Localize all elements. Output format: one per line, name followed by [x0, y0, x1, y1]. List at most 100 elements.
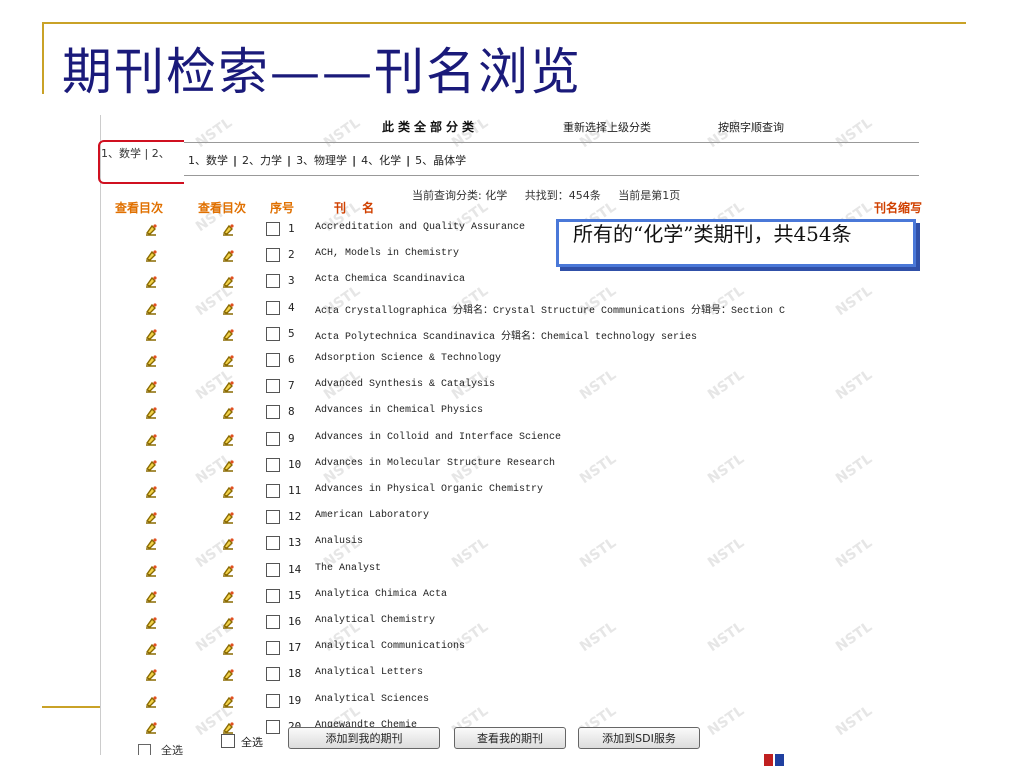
- category-tab[interactable]: 4、化学: [361, 154, 401, 167]
- journal-name-link[interactable]: Analytica Chimica Acta: [315, 589, 447, 600]
- journal-row: 5 Acta Polytechnica Scandinavica 分辑名：Chem…: [184, 326, 919, 345]
- category-tab[interactable]: 1、数学: [188, 154, 228, 167]
- journal-name-link[interactable]: Analytical Chemistry: [315, 615, 435, 626]
- journal-name-link[interactable]: Advances in Chemical Physics: [315, 405, 483, 416]
- journal-checkbox[interactable]: [266, 353, 280, 367]
- journal-checkbox[interactable]: [266, 300, 280, 315]
- divider: [184, 142, 919, 143]
- journal-checkbox[interactable]: [266, 693, 280, 708]
- journal-seq: 7: [288, 379, 295, 393]
- view-contents-icon[interactable]: [221, 563, 235, 577]
- query-info: 当前查询分类: 化学 共找到：454条 当前是第1页: [412, 187, 694, 203]
- view-contents-icon[interactable]: [221, 641, 235, 655]
- journal-row: 6 Adsorption Science & Technology: [184, 353, 919, 371]
- view-contents-icon[interactable]: [221, 432, 235, 446]
- journal-name-link[interactable]: Analusis: [315, 536, 363, 547]
- journal-checkbox[interactable]: [266, 248, 280, 263]
- journal-seq: 16: [288, 615, 302, 628]
- add-to-sdi-button[interactable]: 添加到SDI服务: [578, 727, 700, 749]
- journal-checkbox[interactable]: [266, 562, 280, 577]
- category-tab[interactable]: 2、力学: [242, 154, 282, 167]
- journal-seq: 8: [288, 405, 295, 419]
- view-contents-icon[interactable]: [221, 353, 235, 367]
- journal-name-link[interactable]: Analytical Communications: [315, 641, 465, 652]
- journal-row: 18 Analytical Letters: [184, 667, 919, 685]
- journal-checkbox[interactable]: [266, 641, 280, 656]
- view-contents-icon[interactable]: [221, 458, 235, 472]
- current-category-text: 当前查询分类: 化学: [412, 189, 508, 202]
- back-view-contents-icon: [144, 694, 158, 708]
- journal-checkbox[interactable]: [266, 274, 280, 289]
- back-view-contents-icon: [144, 327, 158, 341]
- journal-name-link[interactable]: Analytical Sciences: [315, 694, 429, 705]
- journal-name-link[interactable]: Advances in Molecular Structure Research: [315, 458, 555, 469]
- result-count-text: 共找到：454条: [524, 189, 601, 202]
- view-contents-icon[interactable]: [221, 589, 235, 603]
- journal-seq: 11: [288, 484, 302, 497]
- journal-name-link[interactable]: The Analyst: [315, 563, 381, 574]
- journal-checkbox[interactable]: [266, 719, 280, 734]
- journal-row: 15 Analytica Chimica Acta: [184, 588, 919, 607]
- back-column-header: 查看目次: [115, 201, 164, 215]
- view-contents-icon[interactable]: [221, 484, 235, 498]
- slide-title: 期刊检索——刊名浏览: [62, 43, 582, 101]
- tab-separator: |: [233, 154, 238, 167]
- view-contents-icon[interactable]: [221, 248, 235, 262]
- journal-name-link[interactable]: American Laboratory: [315, 510, 429, 521]
- view-contents-icon[interactable]: [221, 615, 235, 629]
- view-contents-icon[interactable]: [221, 327, 235, 341]
- view-contents-icon[interactable]: [221, 694, 235, 708]
- tab-separator: |: [287, 154, 292, 167]
- view-contents-icon[interactable]: [221, 510, 235, 524]
- journal-name-link[interactable]: Accreditation and Quality Assurance: [315, 222, 525, 233]
- journal-checkbox[interactable]: [266, 457, 280, 472]
- view-contents-icon[interactable]: [221, 536, 235, 551]
- journal-name-link[interactable]: Acta Crystallographica 分辑名：Crystal Struc…: [315, 301, 785, 317]
- category-tab[interactable]: 3、物理学: [296, 154, 347, 167]
- journal-checkbox[interactable]: [266, 222, 280, 236]
- journal-checkbox[interactable]: [266, 326, 280, 341]
- reselect-parent-category-link[interactable]: 重新选择上级分类: [563, 119, 651, 135]
- add-to-my-journals-button[interactable]: 添加到我的期刊: [288, 727, 440, 749]
- highlight-outline: [98, 140, 194, 184]
- journal-name-link[interactable]: Acta Chemica Scandinavica: [315, 274, 465, 285]
- journal-checkbox[interactable]: [266, 379, 280, 394]
- view-contents-icon[interactable]: [221, 405, 235, 420]
- journal-name-link[interactable]: Adsorption Science & Technology: [315, 353, 501, 364]
- journal-checkbox[interactable]: [266, 510, 280, 525]
- view-contents-icon[interactable]: [221, 274, 235, 289]
- journal-name-link[interactable]: ACH, Models in Chemistry: [315, 248, 459, 259]
- slide-top-rule: [42, 22, 966, 24]
- journal-name-link[interactable]: Advances in Physical Organic Chemistry: [315, 484, 543, 495]
- journal-checkbox[interactable]: [266, 588, 280, 603]
- view-contents-icon[interactable]: [221, 222, 235, 236]
- background-screenshot-panel: 1、数学 | 2、 查看目次 全选: [100, 115, 191, 755]
- journal-name-link[interactable]: Advances in Colloid and Interface Scienc…: [315, 432, 561, 443]
- journal-name-link[interactable]: Analytical Letters: [315, 667, 423, 678]
- journal-name-link[interactable]: Acta Polytechnica Scandinavica 分辑名：Chemi…: [315, 327, 697, 343]
- category-tabs: 1、数学 | 2、力学 | 3、物理学 | 4、化学 | 5、晶体学: [188, 152, 466, 168]
- journal-seq: 19: [288, 693, 302, 707]
- journal-checkbox[interactable]: [266, 667, 280, 682]
- view-my-journals-button[interactable]: 查看我的期刊: [454, 727, 566, 749]
- category-tab[interactable]: 5、晶体学: [415, 154, 466, 167]
- journal-checkbox[interactable]: [266, 536, 280, 551]
- journal-checkbox[interactable]: [266, 431, 280, 446]
- back-view-contents-icon: [144, 641, 158, 655]
- view-contents-icon[interactable]: [221, 667, 235, 682]
- view-contents-icon[interactable]: [221, 379, 235, 393]
- select-all-checkbox[interactable]: [221, 734, 235, 748]
- journal-name-link[interactable]: Advanced Synthesis & Catalysis: [315, 379, 495, 390]
- journal-checkbox[interactable]: [266, 615, 280, 629]
- view-contents-icon[interactable]: [221, 301, 235, 315]
- journal-row: 10 Advances in Molecular Structure Resear…: [184, 457, 919, 476]
- back-view-contents-icon: [144, 589, 158, 603]
- view-contents-icon[interactable]: [221, 720, 235, 734]
- back-select-all-checkbox[interactable]: [138, 744, 151, 755]
- journal-checkbox[interactable]: [266, 484, 280, 498]
- view-contents-header: 查看目次: [198, 201, 247, 215]
- alphabetical-search-link[interactable]: 按照字顺查询: [718, 119, 784, 135]
- top-nav: 此类全部分类 重新选择上级分类 按照字顺查询: [184, 115, 919, 137]
- journal-checkbox[interactable]: [266, 405, 280, 420]
- journal-seq: 13: [288, 536, 302, 550]
